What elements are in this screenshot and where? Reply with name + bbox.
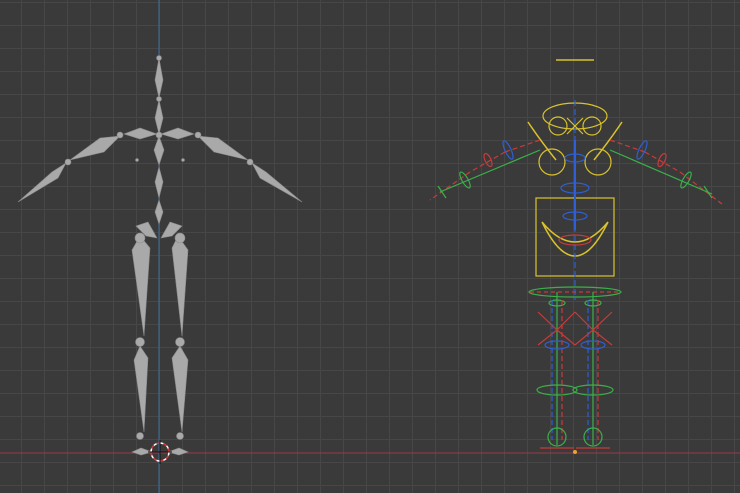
bone-head[interactable] — [154, 57, 164, 99]
joint[interactable] — [246, 158, 254, 166]
rig-controls[interactable] — [429, 59, 723, 454]
joint[interactable] — [64, 158, 72, 166]
ctrl-eye-right[interactable] — [582, 116, 602, 136]
ctrl-eye-left[interactable] — [548, 116, 568, 136]
joint[interactable] — [176, 432, 184, 440]
bone-shin-left[interactable] — [133, 345, 149, 433]
ctrl-arm-right[interactable] — [609, 139, 723, 205]
joint[interactable] — [181, 158, 185, 162]
ctrl-shoulder-right[interactable] — [584, 148, 612, 176]
ctrl-head-oval[interactable] — [542, 102, 608, 130]
3d-viewport[interactable] — [0, 0, 740, 493]
bone-neck[interactable] — [154, 99, 164, 135]
bone-upperarm-left[interactable] — [69, 135, 121, 161]
joint[interactable] — [174, 232, 186, 244]
3d-cursor[interactable] — [148, 440, 172, 464]
joint[interactable] — [156, 96, 162, 102]
bone-spine[interactable] — [154, 165, 164, 199]
viewport-canvas[interactable] — [0, 0, 740, 493]
bone-shin-right[interactable] — [171, 345, 189, 433]
ctrl-leg-left[interactable] — [536, 292, 578, 449]
ctrl-leg-right[interactable] — [572, 292, 614, 449]
ctrl-shoulder-left[interactable] — [538, 148, 566, 176]
bone-thigh-left[interactable] — [131, 235, 151, 337]
joint[interactable] — [155, 131, 163, 139]
joint[interactable] — [136, 432, 144, 440]
bone-hips[interactable] — [154, 199, 164, 225]
joint[interactable] — [175, 337, 185, 347]
bone-clavicle-right[interactable] — [160, 127, 195, 140]
bone-thigh-right[interactable] — [171, 235, 189, 337]
bone-upperarm-right[interactable] — [197, 135, 249, 161]
ctrl-arm-left[interactable] — [429, 139, 541, 201]
rig-origin[interactable] — [573, 450, 577, 454]
bone-chest[interactable] — [153, 135, 165, 166]
armature-bones[interactable] — [17, 55, 303, 456]
joint[interactable] — [156, 55, 162, 61]
bone-forearm-right[interactable] — [251, 162, 303, 203]
bone-clavicle-left[interactable] — [123, 127, 158, 140]
joint[interactable] — [135, 158, 139, 162]
joint[interactable] — [116, 131, 124, 139]
joint[interactable] — [135, 337, 145, 347]
joint[interactable] — [194, 131, 202, 139]
joint[interactable] — [134, 232, 146, 244]
bone-forearm-left[interactable] — [17, 162, 67, 203]
